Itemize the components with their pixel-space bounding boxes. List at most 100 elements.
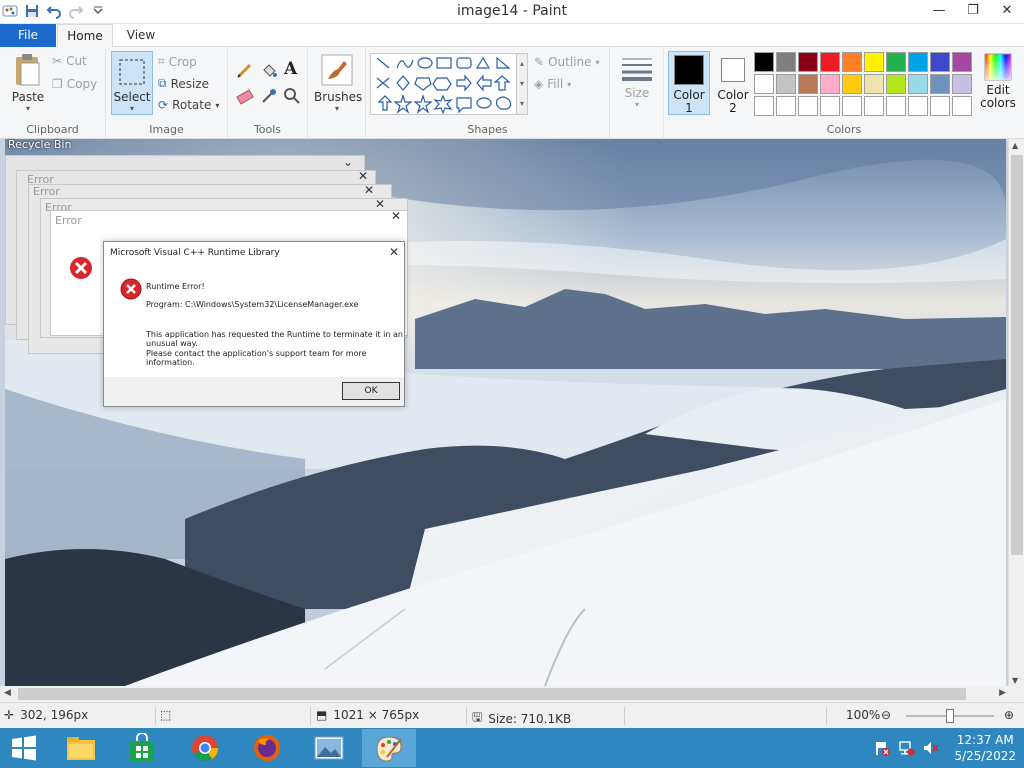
ok-button[interactable]: OK <box>342 382 400 400</box>
tray-network-icon[interactable] <box>898 740 916 759</box>
color-swatch[interactable] <box>820 52 840 72</box>
color-swatch[interactable] <box>842 74 862 94</box>
cut-button[interactable]: ✂ Cut <box>52 54 87 68</box>
fill-label: Fill <box>547 77 564 91</box>
color-swatch[interactable] <box>842 96 862 116</box>
color-swatch[interactable] <box>842 52 862 72</box>
color-swatch[interactable] <box>798 52 818 72</box>
text-tool-icon[interactable]: A <box>284 59 297 79</box>
color-swatch[interactable] <box>776 74 796 94</box>
scroll-down-icon[interactable]: ▼ <box>1012 676 1018 685</box>
edit-colors-button[interactable]: Edit colors <box>976 53 1020 110</box>
outline-button[interactable]: ✎ Outline ▾ <box>534 55 600 69</box>
color-swatch[interactable] <box>754 74 774 94</box>
size-chevron-down-icon: ▾ <box>634 100 639 109</box>
color-swatch[interactable] <box>820 74 840 94</box>
scroll-right-icon[interactable]: ▶ <box>999 688 1006 698</box>
status-separator <box>155 707 156 725</box>
color-swatch[interactable] <box>820 96 840 116</box>
color-swatch[interactable] <box>930 52 950 72</box>
magnifier-icon[interactable] <box>283 87 301 105</box>
select-button-content: Select ▾ <box>111 57 153 113</box>
file-size-value: Size: 710.1KB <box>488 711 572 726</box>
brushes-button[interactable]: Brushes ▾ <box>314 53 362 113</box>
file-explorer-button[interactable] <box>54 729 108 767</box>
error-icon <box>120 278 142 300</box>
color-swatch[interactable] <box>754 96 774 116</box>
copy-label: Copy <box>66 77 98 91</box>
color-swatch[interactable] <box>776 52 796 72</box>
color-palette <box>754 52 972 116</box>
start-button[interactable] <box>0 729 48 767</box>
window-title: image14 - Paint <box>456 3 568 19</box>
color-swatch[interactable] <box>886 52 906 72</box>
zoom-out-button[interactable]: ⊖ <box>881 708 891 722</box>
store-button[interactable] <box>115 729 169 767</box>
horizontal-scroll-thumb[interactable] <box>18 688 966 700</box>
color-swatch[interactable] <box>864 74 884 94</box>
fill-bucket-icon[interactable] <box>260 61 278 79</box>
cut-label: Cut <box>66 54 87 68</box>
paste-button[interactable]: Paste ▾ <box>8 53 48 113</box>
tab-home[interactable]: Home <box>57 24 113 48</box>
tray-clock[interactable]: 12:37 AM 5/25/2022 <box>954 732 1016 764</box>
minimize-button[interactable]: — <box>922 0 956 22</box>
tray-flag-error-icon[interactable] <box>874 740 890 759</box>
fill-button[interactable]: ◈ Fill ▾ <box>534 77 571 91</box>
restore-button[interactable]: ❐ <box>956 0 990 22</box>
scroll-up-icon[interactable]: ▲ <box>1012 141 1018 150</box>
tools-group-label: Tools <box>253 123 282 136</box>
firefox-button[interactable] <box>240 729 294 767</box>
image-group-label: Image <box>149 123 184 136</box>
dialog-close-button[interactable]: ✕ <box>389 245 399 259</box>
cursor-position: ✛ 302, 196px <box>4 708 88 722</box>
taskbar: 12:37 AM 5/25/2022 <box>0 728 1024 768</box>
rotate-button[interactable]: ⟳ Rotate ▾ <box>158 98 219 112</box>
scroll-left-icon[interactable]: ◀ <box>4 688 11 698</box>
close-button[interactable]: ✕ <box>990 0 1024 22</box>
photos-button[interactable] <box>302 729 356 767</box>
eraser-icon[interactable] <box>236 87 254 105</box>
zoom-in-button[interactable]: ⊕ <box>1004 708 1014 722</box>
paint-taskbar-button[interactable] <box>362 729 416 767</box>
color-swatch[interactable] <box>908 74 928 94</box>
tray-volume-muted-icon[interactable] <box>922 740 940 759</box>
file-size: 🖫 Size: 710.1KB <box>472 708 571 729</box>
selection-icon: ⬚ <box>160 708 172 722</box>
color-picker-icon[interactable] <box>260 87 278 105</box>
tab-file[interactable]: File <box>0 24 56 47</box>
size-button[interactable]: Size ▾ <box>618 55 656 109</box>
shapes-group-label: Shapes <box>467 123 508 136</box>
color-swatch[interactable] <box>930 96 950 116</box>
shapes-group: ▴ ▾ ▾ ✎ Outline ▾ ◈ Fill ▾ Shapes <box>366 47 610 139</box>
pencil-icon[interactable] <box>236 61 254 79</box>
color2-label: Color 2 <box>712 89 754 115</box>
horizontal-scrollbar[interactable]: ◀ ▶ <box>0 686 1024 702</box>
color-swatch[interactable] <box>952 74 972 94</box>
color-swatch[interactable] <box>798 96 818 116</box>
resize-button[interactable]: ⧉ Resize <box>158 76 209 91</box>
image-viewer-icon <box>314 736 344 760</box>
color-swatch[interactable] <box>864 96 884 116</box>
vertical-scrollbar[interactable]: ▲ ▼ <box>1008 139 1024 687</box>
color-swatch[interactable] <box>754 52 774 72</box>
shapes-gallery[interactable] <box>370 53 524 115</box>
color-swatch[interactable] <box>776 96 796 116</box>
color-swatch[interactable] <box>930 74 950 94</box>
chrome-button[interactable] <box>178 729 232 767</box>
shapes-scroll[interactable]: ▴ ▾ ▾ <box>516 53 528 115</box>
tab-view[interactable]: View <box>116 24 166 47</box>
color-swatch[interactable] <box>908 96 928 116</box>
color-swatch[interactable] <box>886 74 906 94</box>
copy-button[interactable]: ❐ Copy <box>52 77 97 91</box>
color-swatch[interactable] <box>798 74 818 94</box>
paste-label: Paste <box>11 90 45 104</box>
vertical-scroll-thumb[interactable] <box>1011 155 1023 555</box>
color-swatch[interactable] <box>886 96 906 116</box>
color-swatch[interactable] <box>864 52 884 72</box>
color-swatch[interactable] <box>908 52 928 72</box>
crop-button[interactable]: ⌗ Crop <box>158 54 197 69</box>
color-swatch[interactable] <box>952 96 972 116</box>
color-swatch[interactable] <box>952 52 972 72</box>
zoom-slider-thumb[interactable] <box>946 709 954 723</box>
